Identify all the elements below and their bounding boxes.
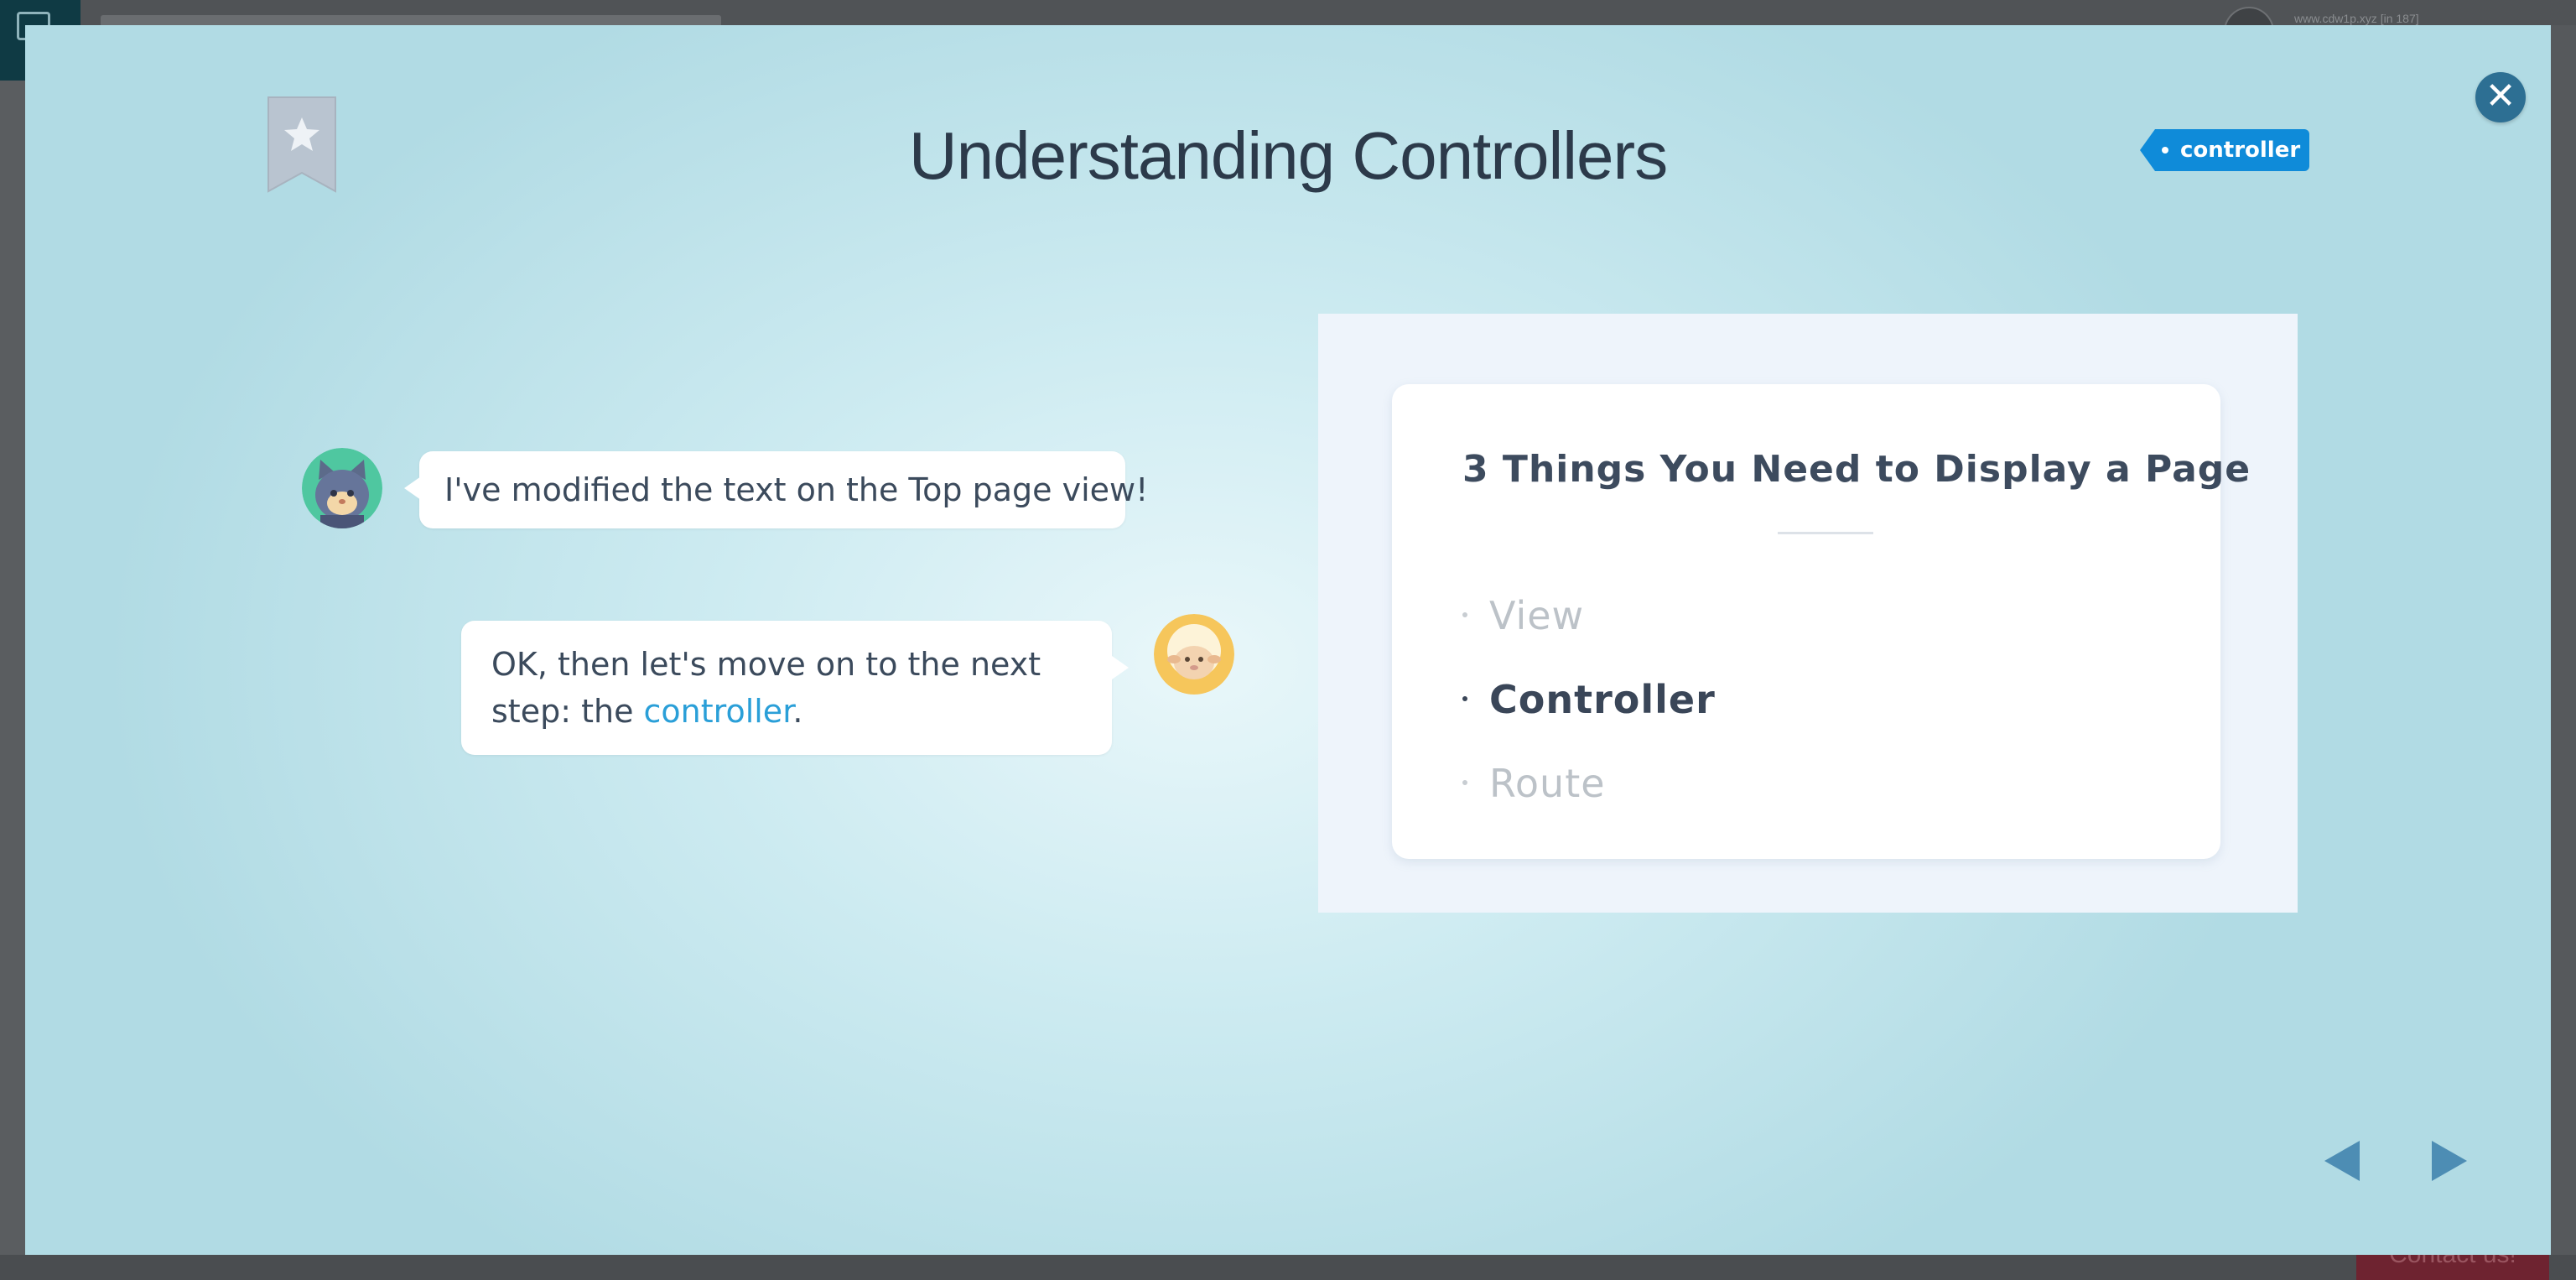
list-item-controller: Controller <box>1462 658 2133 741</box>
list-item-view: View <box>1462 574 2133 658</box>
list-item-route: Route <box>1462 741 2133 825</box>
list-item-label: Controller <box>1489 677 1716 722</box>
background-url-text: www.cdw1p.xyz [in 187] <box>2294 12 2419 25</box>
slide-divider <box>1778 532 1873 534</box>
tag-dot-icon <box>2162 147 2168 153</box>
close-icon[interactable]: ✕ <box>2475 72 2526 122</box>
background-footer <box>0 1255 2576 1280</box>
bullet-icon <box>1462 612 1467 617</box>
chat-message-1: I've modified the text on the Top page v… <box>444 471 1149 508</box>
lesson-modal: Understanding Controllers controller ✕ I… <box>25 25 2551 1255</box>
triangle-right-icon[interactable] <box>2432 1141 2467 1181</box>
sheep-avatar <box>1154 614 1234 695</box>
slide-card: 3 Things You Need to Display a Page View… <box>1392 384 2251 859</box>
bullet-icon <box>1462 780 1467 785</box>
chat-message-2-suffix: . <box>792 693 803 730</box>
bubble-tail <box>1112 656 1129 679</box>
background-sidebar <box>0 81 25 1255</box>
controller-link[interactable]: controller <box>644 693 793 730</box>
list-item-label: Route <box>1489 761 1606 806</box>
chat-bubble-cat: I've modified the text on the Top page v… <box>404 451 1148 528</box>
tag-label: controller <box>2180 138 2301 163</box>
bubble-tail <box>404 476 421 500</box>
chat-bubble-sheep: OK, then let's move on to the next step:… <box>461 621 1129 755</box>
triangle-left-icon[interactable] <box>2324 1141 2360 1181</box>
tag-arrow <box>2140 129 2155 171</box>
bullet-icon <box>1462 696 1467 701</box>
slide-list: View Controller Route <box>1462 574 2133 825</box>
chat-message-2: OK, then let's move on to the next step:… <box>491 641 1095 735</box>
cat-avatar <box>302 448 382 528</box>
slide-title: 3 Things You Need to Display a Page <box>1462 448 2251 491</box>
tag-body: controller <box>2155 129 2309 171</box>
list-item-label: View <box>1489 593 1585 638</box>
